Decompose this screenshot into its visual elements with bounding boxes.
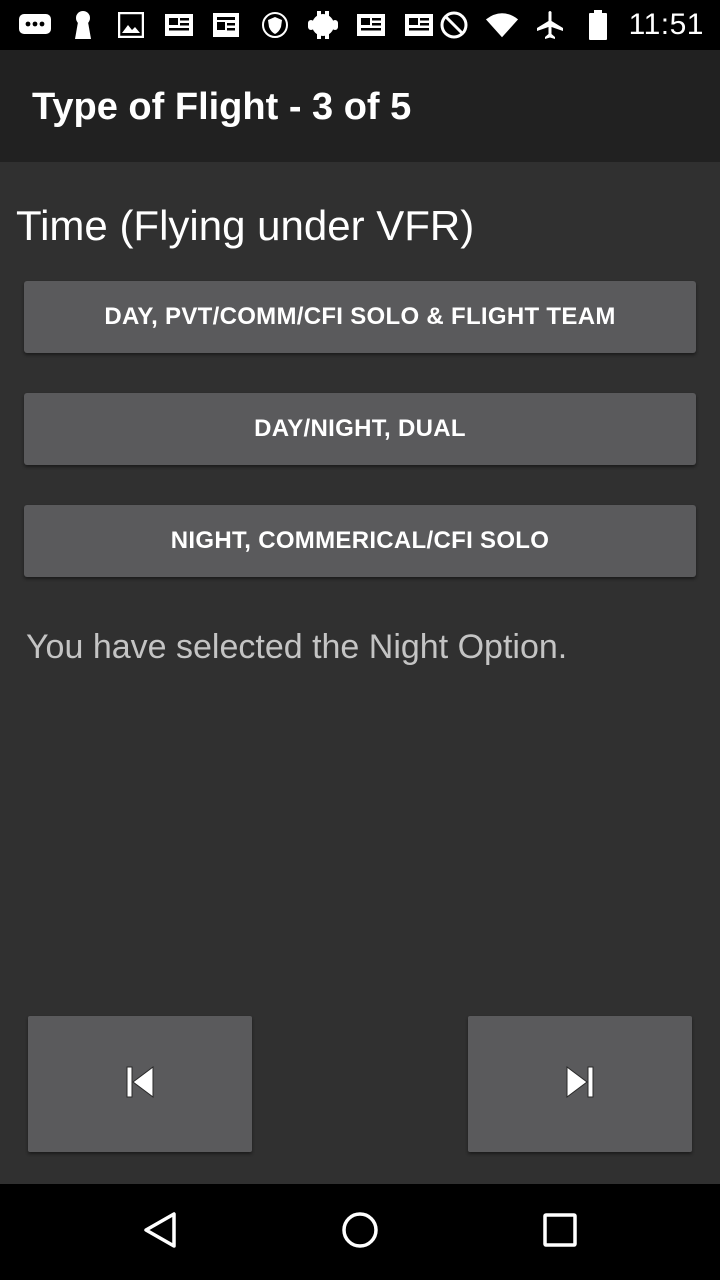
option-night-solo-button[interactable]: NIGHT, COMMERICAL/CFI SOLO [24,505,696,577]
news-icon [354,10,388,40]
airplane-icon [533,10,567,40]
selection-message: You have selected the Night Option. [26,628,568,666]
battery-icon [581,10,615,40]
news-icon [162,10,196,40]
system-navigation-bar [0,1184,720,1280]
notification-icons [18,10,436,40]
messaging-icon [18,10,52,40]
news-icon [402,10,436,40]
section-title: Time (Flying under VFR) [16,202,475,249]
next-button[interactable] [468,1016,692,1152]
app-bar: Type of Flight - 3 of 5 [0,50,720,162]
keyhole-icon [66,10,100,40]
previous-button[interactable] [28,1016,252,1152]
skip-next-icon [564,1064,596,1105]
clock: 11:51 [628,8,704,41]
back-button[interactable] [120,1202,200,1262]
recents-icon [540,1210,580,1255]
system-status-icons: 11:51 [437,8,704,42]
shield-icon [258,10,292,40]
recents-button[interactable] [520,1202,600,1262]
status-bar: 11:51 [0,0,720,50]
back-icon [140,1210,180,1255]
news-icon [210,10,244,40]
wifi-icon [485,10,519,40]
image-icon [114,10,148,40]
android-icon [306,10,340,40]
skip-previous-icon [124,1064,156,1105]
home-button[interactable] [320,1202,400,1262]
main-content: Time (Flying under VFR) DAY, PVT/COMM/CF… [0,162,720,1184]
home-icon [340,1210,380,1255]
do-not-disturb-icon [437,10,471,40]
option-day-solo-button[interactable]: DAY, PVT/COMM/CFI SOLO & FLIGHT TEAM [24,281,696,353]
option-day-night-dual-button[interactable]: DAY/NIGHT, DUAL [24,393,696,465]
page-title: Type of Flight - 3 of 5 [32,86,412,128]
